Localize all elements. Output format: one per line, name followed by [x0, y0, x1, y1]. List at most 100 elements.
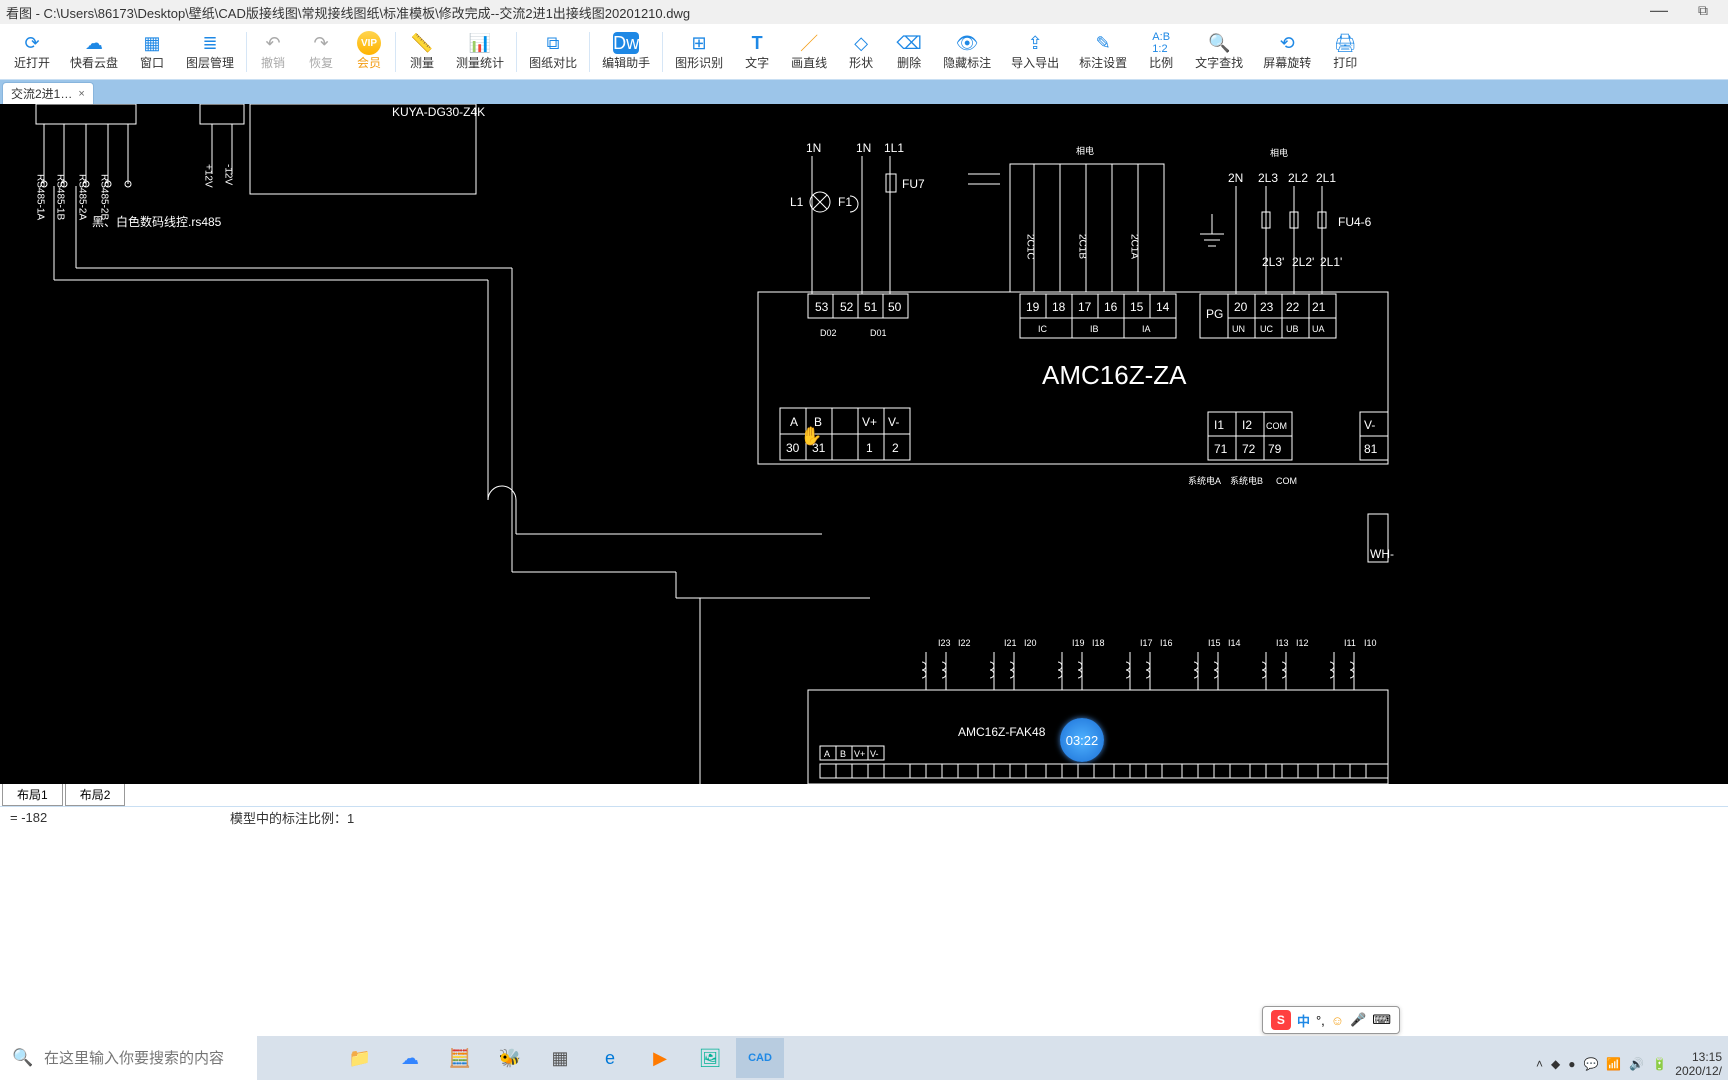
layout-tab-1[interactable]: 布局1 [2, 784, 63, 806]
tray-app1-icon[interactable]: ◆ [1551, 1057, 1560, 1071]
tool-delete[interactable]: ⌫删除 [885, 30, 933, 73]
document-tabbar: 交流2进1… × [0, 80, 1728, 104]
svg-text:IC: IC [1038, 324, 1048, 334]
svg-text:30: 30 [786, 441, 800, 455]
tool-shape-recog[interactable]: ⊞图形识别 [665, 30, 733, 73]
svg-text:21: 21 [1312, 300, 1326, 314]
svg-text:RS485-2B: RS485-2B [99, 174, 110, 220]
tray-clock[interactable]: 13:15 2020/12/ [1675, 1050, 1722, 1078]
app-tool1[interactable]: ▦ [536, 1038, 584, 1078]
tray-chevron-icon[interactable]: ˄ [1536, 1057, 1543, 1071]
tool-window[interactable]: ▦窗口 [128, 30, 176, 73]
svg-text:2L1: 2L1 [1316, 171, 1336, 185]
svg-text:I14: I14 [1228, 638, 1241, 648]
svg-text:COM: COM [1276, 476, 1297, 486]
tray-wechat-icon[interactable]: 💬 [1583, 1057, 1598, 1071]
svg-text:B: B [840, 749, 846, 759]
svg-text:1L1: 1L1 [884, 141, 904, 155]
status-bar: = -182 模型中的标注比例：1 [0, 806, 1728, 828]
svg-text:I22: I22 [958, 638, 971, 648]
tool-measure[interactable]: 📏测量 [398, 30, 446, 73]
restore-button[interactable]: ⧉ [1698, 2, 1708, 19]
app-bee[interactable]: 🐝 [486, 1038, 534, 1078]
app-calc[interactable]: 🧮 [436, 1038, 484, 1078]
svg-text:14: 14 [1156, 300, 1170, 314]
svg-text:I10: I10 [1364, 638, 1377, 648]
svg-text:AMC16Z-ZA: AMC16Z-ZA [1042, 360, 1187, 390]
svg-text:I23: I23 [938, 638, 951, 648]
app-explorer[interactable]: 📁 [336, 1038, 384, 1078]
svg-text:PG: PG [1206, 307, 1223, 321]
tool-annot-settings[interactable]: ✎标注设置 [1069, 30, 1137, 73]
svg-text:黑、白色数码线控.rs485: 黑、白色数码线控.rs485 [92, 214, 222, 229]
tool-text[interactable]: T文字 [733, 30, 781, 73]
svg-text:A: A [824, 749, 830, 759]
tray-battery-icon[interactable]: 🔋 [1652, 1057, 1667, 1071]
svg-text:72: 72 [1242, 442, 1256, 456]
minimize-button[interactable]: — [1650, 0, 1668, 21]
svg-text:WH-: WH- [1370, 547, 1394, 561]
svg-text:A: A [790, 415, 798, 429]
svg-text:81: 81 [1364, 442, 1378, 456]
svg-text:相电: 相电 [1076, 145, 1094, 156]
tool-shape[interactable]: ◇形状 [837, 30, 885, 73]
tool-hide-annot[interactable]: 👁隐藏标注 [933, 30, 1001, 73]
search-input[interactable] [0, 1036, 257, 1080]
tool-layers[interactable]: ≣图层管理 [176, 30, 244, 73]
svg-text:FU7: FU7 [902, 177, 925, 191]
tool-edit-assist[interactable]: Dw编辑助手 [592, 30, 660, 73]
ime-emoji[interactable]: ☺ [1331, 1013, 1344, 1028]
svg-text:UN: UN [1232, 324, 1245, 334]
app-huya[interactable]: ▶ [636, 1038, 684, 1078]
tab-close-icon[interactable]: × [78, 88, 84, 100]
tool-print[interactable]: 🖨打印 [1321, 30, 1369, 73]
tool-find-text[interactable]: 🔍文字查找 [1185, 30, 1253, 73]
ime-punct[interactable]: °, [1316, 1013, 1325, 1028]
app-photos[interactable]: 🖼 [686, 1038, 734, 1078]
tool-redo[interactable]: ↷恢复 [297, 30, 345, 73]
ime-keyboard-icon[interactable]: ⌨ [1372, 1012, 1391, 1028]
windows-taskbar: 🔍 📁 ☁ 🧮 🐝 ▦ е ▶ 🖼 CAD ˄ ◆ ● 💬 📶 🔊 🔋 13:1… [0, 1036, 1728, 1080]
status-coord: = -182 [10, 810, 230, 825]
svg-text:I19: I19 [1072, 638, 1085, 648]
tool-line[interactable]: ／画直线 [781, 30, 837, 73]
svg-text:I20: I20 [1024, 638, 1037, 648]
app-edge[interactable]: е [586, 1038, 634, 1078]
tool-cloud[interactable]: ☁快看云盘 [60, 30, 128, 73]
tool-undo[interactable]: ↶撤销 [249, 30, 297, 73]
taskbar-search[interactable]: 🔍 [0, 1036, 330, 1080]
svg-text:2: 2 [892, 441, 899, 455]
drawing-canvas[interactable]: RS485-1A RS485-1B RS485-2A RS485-2B +12V… [0, 104, 1728, 784]
tool-import-export[interactable]: ⇪导入导出 [1001, 30, 1069, 73]
tool-recent-open[interactable]: ⟳近打开 [4, 30, 60, 73]
ime-lang[interactable]: 中 [1297, 1011, 1310, 1030]
tray-volume-icon[interactable]: 🔊 [1629, 1057, 1644, 1071]
tray-wifi-icon[interactable]: 📶 [1606, 1057, 1621, 1071]
tool-measure-stats[interactable]: 📊测量统计 [446, 30, 514, 73]
taskbar-apps: 📁 ☁ 🧮 🐝 ▦ е ▶ 🖼 CAD [336, 1038, 784, 1078]
window-titlebar: 看图 - C:\Users\86173\Desktop\壁纸\CAD版接线图\常… [0, 0, 1728, 24]
svg-text:2L2': 2L2' [1292, 255, 1314, 269]
search-icon: 🔍 [12, 1048, 33, 1068]
layout-tabs: 布局1 布局2 [0, 784, 1728, 806]
svg-text:I2: I2 [1242, 418, 1252, 432]
svg-text:I17: I17 [1140, 638, 1153, 648]
svg-text:51: 51 [864, 300, 878, 314]
svg-text:I1: I1 [1214, 418, 1224, 432]
svg-text:相电: 相电 [1270, 147, 1288, 158]
tool-rotate[interactable]: ⟲屏幕旋转 [1253, 30, 1321, 73]
svg-text:2L3': 2L3' [1262, 255, 1284, 269]
layout-tab-2[interactable]: 布局2 [65, 784, 126, 806]
ime-bar[interactable]: S 中 °, ☺ 🎤 ⌨ [1262, 1006, 1400, 1034]
tool-scale[interactable]: A:B1:2比例 [1137, 30, 1185, 73]
svg-text:2C1B: 2C1B [1077, 234, 1088, 259]
tray-app2-icon[interactable]: ● [1568, 1057, 1575, 1071]
tool-compare[interactable]: ⧉图纸对比 [519, 30, 587, 73]
document-tab[interactable]: 交流2进1… × [2, 82, 94, 104]
app-cad[interactable]: CAD [736, 1038, 784, 1078]
app-baidu[interactable]: ☁ [386, 1038, 434, 1078]
ime-mic-icon[interactable]: 🎤 [1350, 1012, 1366, 1028]
svg-text:V+: V+ [854, 749, 865, 759]
tool-vip[interactable]: VIP会员 [345, 30, 393, 73]
sogou-logo-icon: S [1271, 1010, 1291, 1030]
